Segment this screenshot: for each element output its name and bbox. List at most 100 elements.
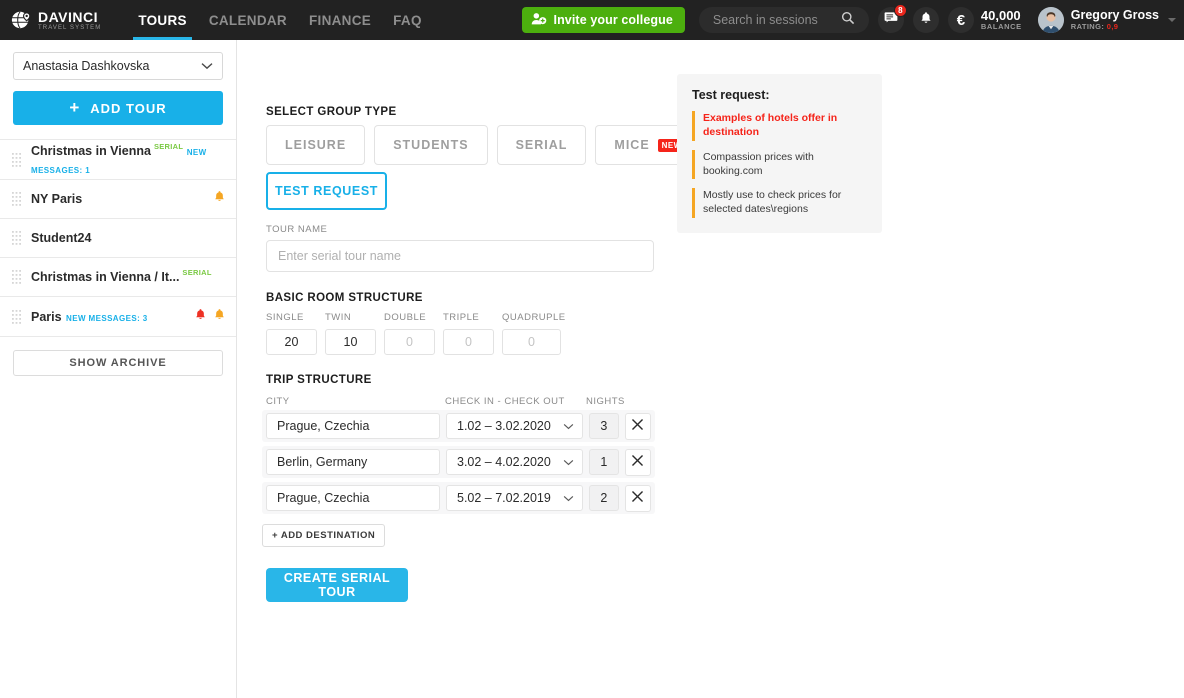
list-item[interactable]: Christmas in Vienna / It... SERIAL: [0, 258, 236, 297]
chevron-down-icon: [563, 491, 574, 505]
table-row: 1.02 – 3.02.2020: [262, 410, 655, 442]
globe-pin-icon: [10, 9, 32, 31]
group-type-students[interactable]: STUDENTS: [374, 125, 488, 165]
add-tour-button[interactable]: + ADD TOUR: [13, 91, 223, 125]
nights-input[interactable]: [588, 413, 619, 439]
room-field-quadruple: QUADRUPLE: [502, 312, 566, 355]
manager-select-value: Anastasia Dashkovska: [23, 59, 150, 73]
user-menu[interactable]: Gregory Gross RATING: 0,9: [1037, 7, 1176, 33]
city-input[interactable]: [266, 485, 440, 511]
list-item[interactable]: Christmas in Vienna SERIAL NEW MESSAGES: …: [0, 140, 236, 180]
list-item[interactable]: Student24: [0, 219, 236, 258]
bell-icon-orange[interactable]: [213, 308, 226, 326]
group-type-leisure[interactable]: LEISURE: [266, 125, 366, 165]
drag-handle-icon[interactable]: [12, 192, 21, 206]
drag-handle-icon[interactable]: [12, 152, 21, 167]
close-icon: [631, 490, 644, 506]
bell-icon-red[interactable]: [194, 308, 207, 326]
date-range-select[interactable]: 1.02 – 3.02.2020: [446, 413, 583, 439]
room-input-twin[interactable]: [325, 329, 376, 355]
add-destination-button[interactable]: + ADD DESTINATION: [262, 524, 386, 547]
tour-name-input[interactable]: [266, 240, 654, 272]
serial-tag: SERIAL: [153, 141, 184, 151]
test-request-button[interactable]: TEST REQUEST: [266, 172, 387, 210]
room-field-double: DOUBLE: [384, 312, 435, 355]
list-item-title: Christmas in Vienna / It... SERIAL: [31, 268, 212, 284]
drag-handle-icon[interactable]: [12, 231, 21, 245]
room-field-twin: TWIN: [325, 312, 376, 355]
currency-button[interactable]: €: [947, 7, 974, 33]
room-input-quadruple[interactable]: [502, 329, 561, 355]
delete-row-button[interactable]: [624, 484, 651, 512]
drag-handle-icon[interactable]: [12, 309, 21, 324]
invite-colleague-label: Invite your collegue: [553, 13, 673, 27]
invite-colleague-button[interactable]: Invite your collegue: [521, 7, 685, 33]
user-rating: RATING: 0,9: [1070, 21, 1159, 31]
date-range-select[interactable]: 5.02 – 7.02.2019: [446, 485, 583, 511]
date-range-value: 3.02 – 4.02.2020: [457, 455, 551, 469]
notifications-button[interactable]: [912, 7, 939, 33]
group-type-serial[interactable]: SERIAL: [496, 125, 587, 165]
test-request-item-text: Examples of hotels offer in destination: [703, 112, 838, 138]
group-type-options: LEISURE STUDENTS SERIAL MICE NEW: [266, 125, 705, 165]
list-item[interactable]: NY Paris: [0, 180, 236, 219]
search-icon[interactable]: [841, 11, 855, 30]
header-actions: Invite your collegue 8: [521, 4, 1184, 33]
close-icon: [631, 454, 644, 470]
tab-finance[interactable]: FINANCE: [298, 0, 382, 40]
show-archive-button[interactable]: SHOW ARCHIVE: [13, 350, 223, 376]
drag-handle-icon[interactable]: [12, 270, 21, 284]
tour-list: Christmas in Vienna SERIAL NEW MESSAGES: …: [0, 139, 236, 337]
messages-button[interactable]: 8: [877, 4, 907, 33]
table-row: 3.02 – 4.02.2020: [262, 446, 655, 478]
list-item[interactable]: Paris NEW MESSAGES: 3: [0, 297, 236, 337]
room-input-triple[interactable]: [443, 329, 494, 355]
trip-structure-label: TRIP STRUCTURE: [266, 374, 372, 386]
group-type-serial-label: SERIAL: [515, 138, 568, 152]
list-item-title: Christmas in Vienna SERIAL: [31, 141, 187, 158]
chevron-down-icon[interactable]: [1168, 18, 1176, 22]
search-container[interactable]: [698, 7, 869, 33]
alert-icons: [194, 308, 226, 326]
main-nav: TOURS CALENDAR FINANCE FAQ: [127, 0, 432, 40]
date-range-select[interactable]: 3.02 – 4.02.2020: [446, 449, 583, 475]
table-row: 5.02 – 7.02.2019: [262, 482, 655, 514]
group-type-leisure-label: LEISURE: [285, 138, 347, 152]
test-request-item-text: Compassion prices with booking.com: [703, 150, 814, 177]
create-serial-tour-button[interactable]: CREATE SERIAL TOUR: [266, 568, 408, 602]
delete-row-button[interactable]: [624, 412, 651, 440]
city-input[interactable]: [266, 413, 440, 439]
tab-faq[interactable]: FAQ: [382, 0, 433, 40]
trip-structure-rows: 1.02 – 3.02.2020 3.02 – 4.02.2020: [262, 410, 655, 518]
tab-tours[interactable]: TOURS: [127, 0, 198, 40]
add-user-icon: [531, 11, 547, 29]
test-request-panel: Test request: Examples of hotels offer i…: [677, 74, 882, 234]
search-input[interactable]: [710, 12, 841, 28]
room-field-quadruple-label: QUADRUPLE: [502, 312, 566, 323]
logo-subtitle: TRAVEL SYSTEM: [38, 24, 102, 31]
tour-name-label: TOUR NAME: [266, 224, 328, 235]
user-rating-label: RATING:: [1070, 21, 1105, 31]
room-field-single: SINGLE: [266, 312, 317, 355]
manager-select[interactable]: Anastasia Dashkovska: [13, 52, 223, 80]
user-rating-value: 0,9: [1106, 21, 1119, 31]
bell-icon: [919, 11, 933, 30]
sidebar: Anastasia Dashkovska + ADD TOUR Christma…: [0, 40, 237, 698]
delete-row-button[interactable]: [624, 448, 651, 476]
room-field-twin-label: TWIN: [325, 312, 352, 323]
app-logo[interactable]: DAVINCI TRAVEL SYSTEM: [10, 9, 101, 31]
bell-icon-orange[interactable]: [213, 190, 226, 208]
nights-input[interactable]: [588, 449, 619, 475]
chevron-down-icon: [201, 59, 213, 73]
serial-tag: SERIAL: [182, 268, 212, 277]
balance-display: 40,000 BALANCE: [981, 9, 1022, 31]
test-request-item-text: Mostly use to check prices for selected …: [703, 189, 842, 216]
avatar: [1037, 7, 1064, 33]
user-name: Gregory Gross: [1070, 8, 1159, 22]
nights-input[interactable]: [588, 485, 619, 511]
tab-calendar[interactable]: CALENDAR: [198, 0, 298, 40]
city-input[interactable]: [266, 449, 440, 475]
room-input-double[interactable]: [384, 329, 435, 355]
room-input-single[interactable]: [266, 329, 317, 355]
column-header-city: CITY: [266, 396, 290, 407]
